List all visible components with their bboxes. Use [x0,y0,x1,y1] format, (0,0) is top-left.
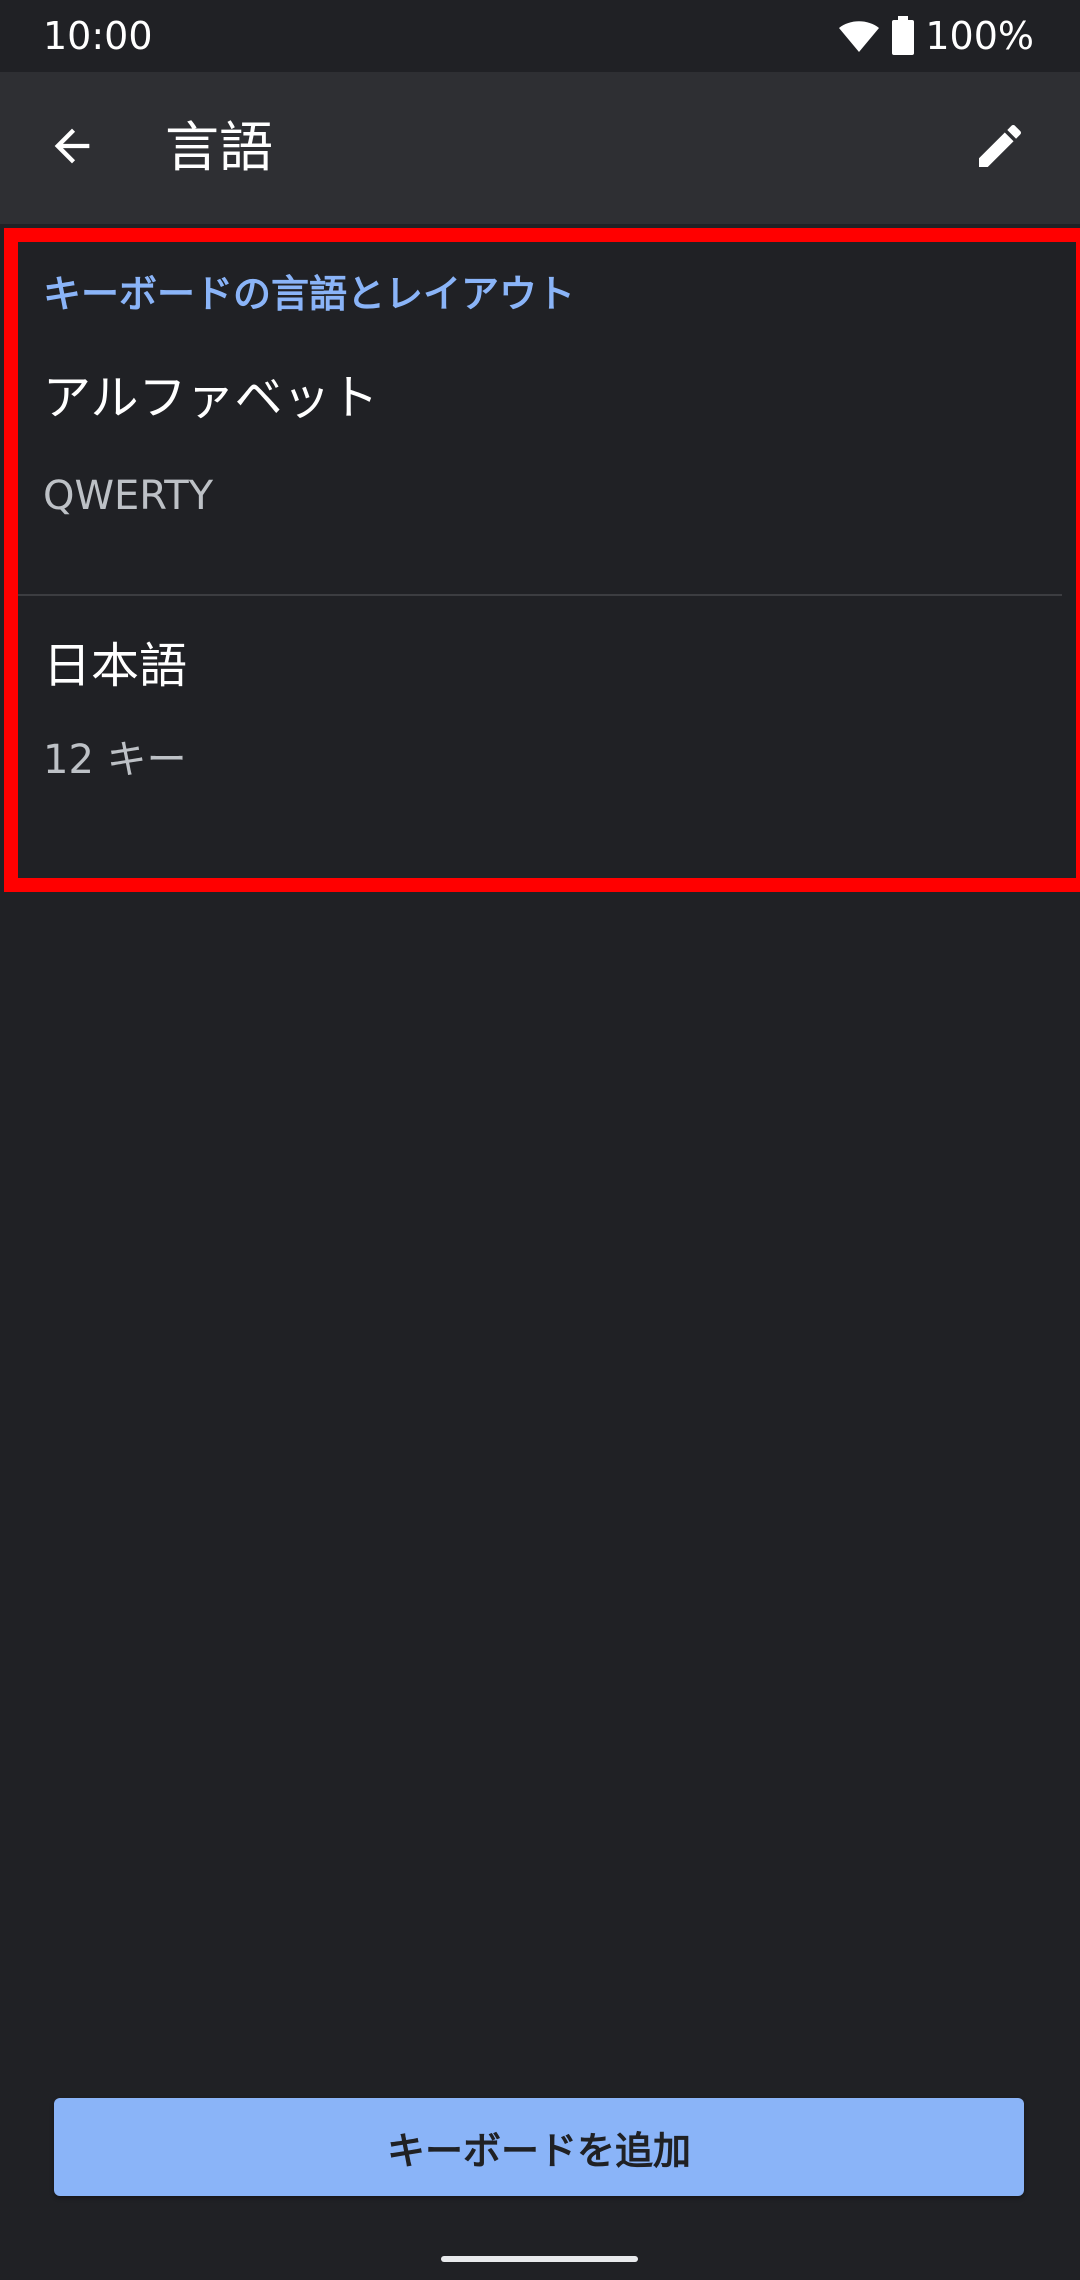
pencil-icon [972,118,1028,178]
item-title: アルファベット [43,370,379,426]
back-button[interactable] [32,108,112,188]
add-keyboard-label: キーボードを追加 [386,2128,691,2173]
section-header: キーボードの言語とレイアウト [43,272,576,316]
page-title: 言語 [165,116,273,179]
item-title: 日本語 [43,638,188,694]
arrow-back-icon [46,120,98,176]
item-subtitle: 12 キー [43,737,187,783]
battery-icon [891,16,915,56]
app-bar: 言語 [0,72,1080,224]
list-item-alphabet[interactable]: アルファベット QWERTY [18,344,1062,594]
status-bar: 10:00 100% [0,0,1080,72]
status-time: 10:00 [43,14,153,58]
list-item-japanese[interactable]: 日本語 12 キー [18,596,1062,846]
gesture-nav-handle[interactable] [441,2256,638,2262]
edit-button[interactable] [960,108,1040,188]
battery-percentage: 100% [925,14,1034,58]
item-subtitle: QWERTY [43,473,214,519]
wifi-icon [837,18,881,54]
screen: 10:00 100% 言語 キーボードの言語とレイアウト アルファベット QWE… [0,0,1080,2280]
status-icons: 100% [837,12,1034,60]
add-keyboard-button[interactable]: キーボードを追加 [54,2098,1024,2196]
